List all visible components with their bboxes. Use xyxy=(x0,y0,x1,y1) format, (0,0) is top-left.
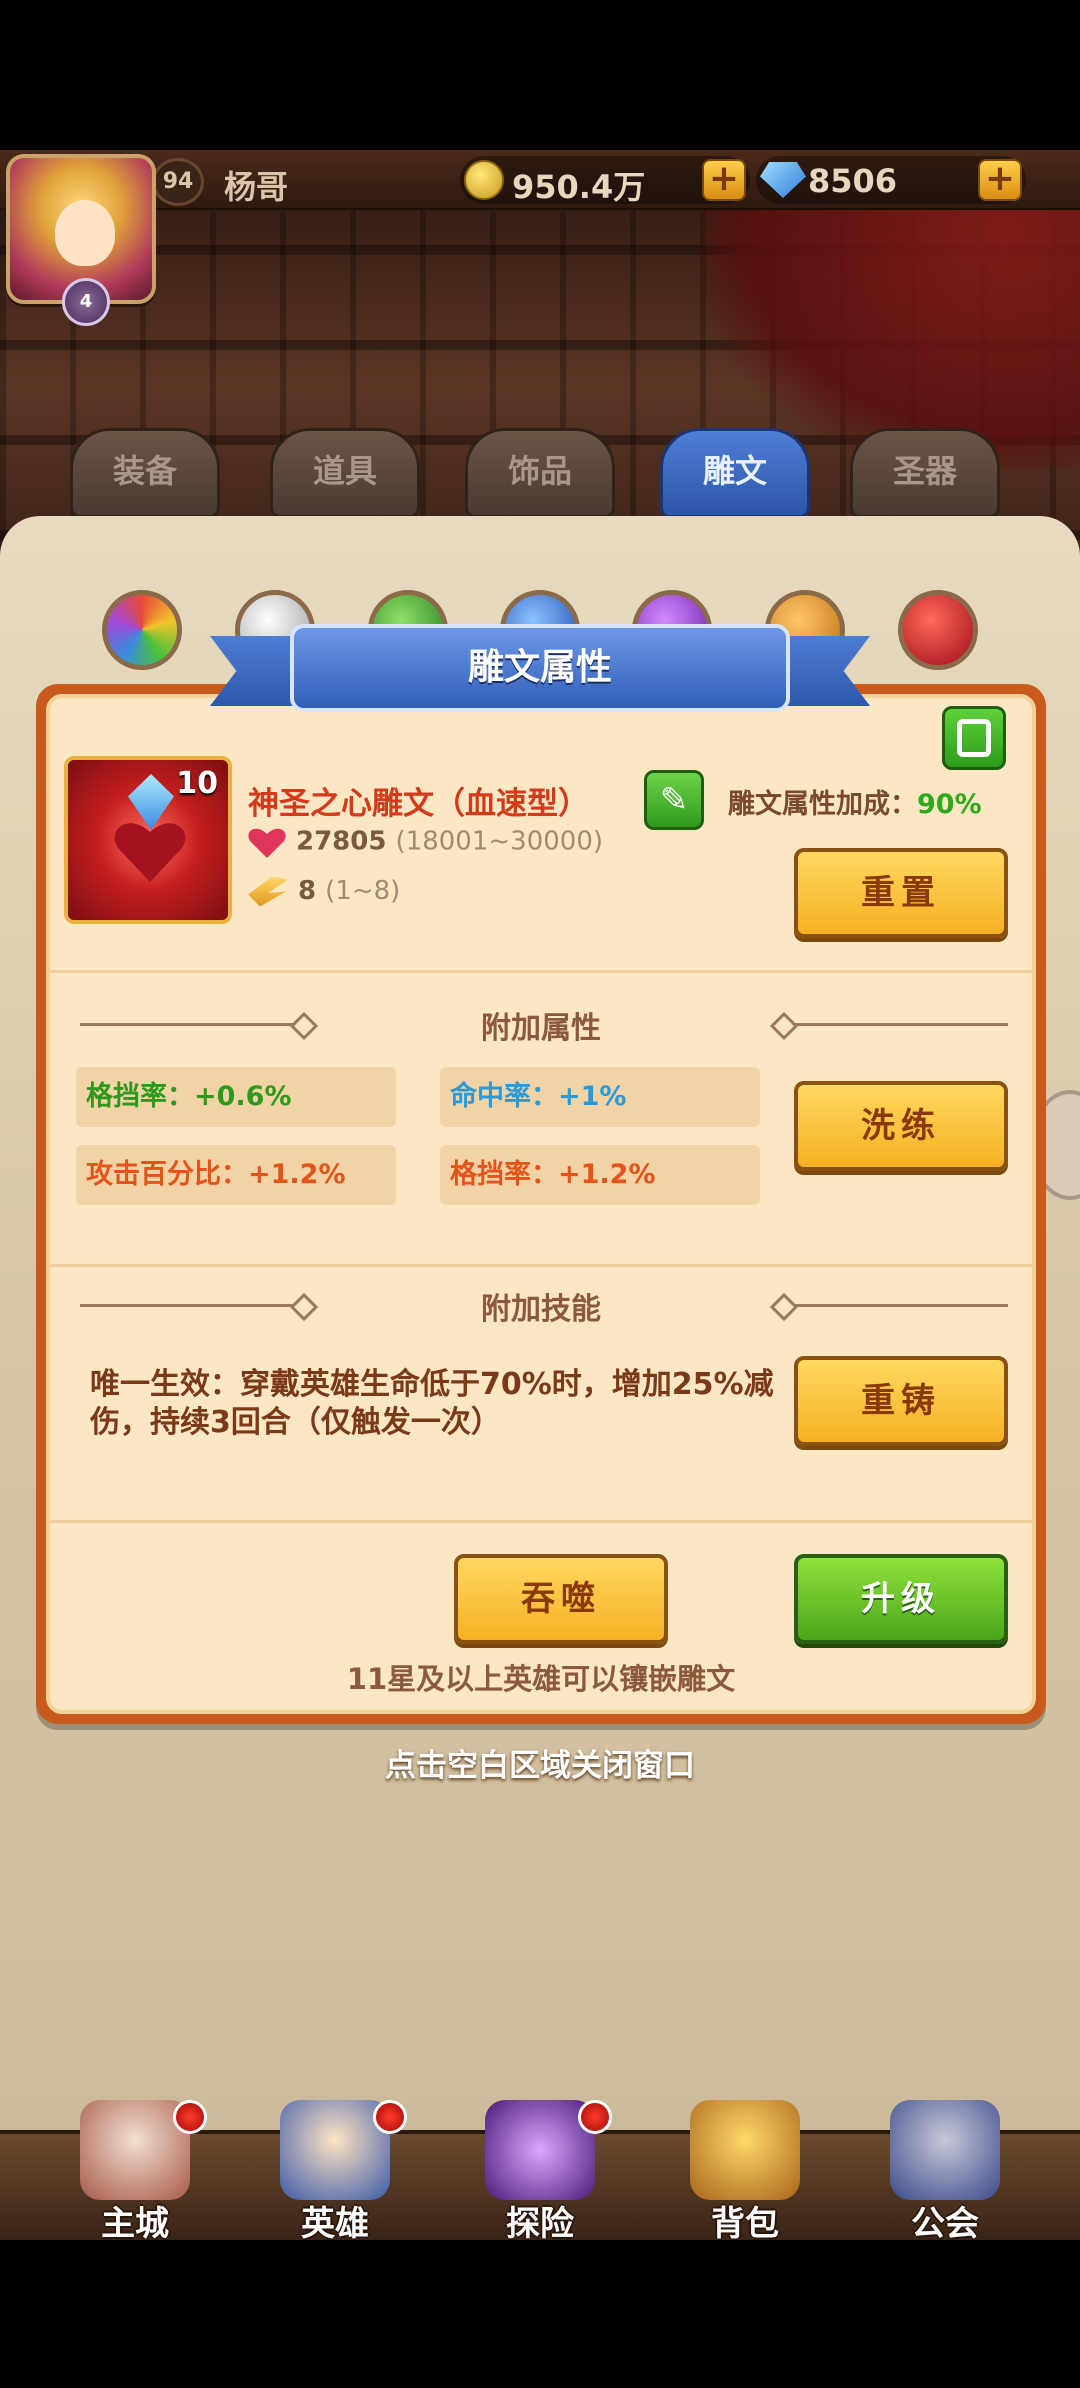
player-level: 94 xyxy=(152,158,204,206)
nav-label: 公会 xyxy=(911,2204,979,2240)
skill-description: 唯一生效：穿戴英雄生命低于70%时，增加25%减伤，持续3回合（仅触发一次） xyxy=(90,1367,774,1440)
tab-items[interactable]: 道具 xyxy=(270,428,420,518)
lock-toggle-button[interactable] xyxy=(942,706,1006,770)
glyph-attribute-dialog: 10 神圣之心雕文（血速型） ✎ 雕文属性加成：90% 27805 (18001… xyxy=(36,684,1046,1724)
player-avatar[interactable]: 4 xyxy=(6,154,156,326)
reset-button[interactable]: 重置 xyxy=(794,848,1008,938)
rune-crystal-icon xyxy=(128,774,174,830)
reforge-button[interactable]: 重铸 xyxy=(794,1356,1008,1446)
extra-skill-section: 附加技能 唯一生效：穿戴英雄生命低于70%时，增加25%减伤，持续3回合（仅触发… xyxy=(50,1266,1032,1516)
nav-backpack[interactable]: 背包 xyxy=(665,2100,825,2240)
tab-glyphs[interactable]: 雕文 xyxy=(660,428,810,518)
glyph-bonus: 雕文属性加成：90% xyxy=(728,782,982,821)
game-screen: 94 杨哥 950.4万 + 8506 + 4 装备 道具 饰品 雕文 圣器 1… xyxy=(0,150,1080,2240)
avatar-face xyxy=(55,200,115,266)
notification-dot xyxy=(373,2100,407,2134)
extra-attributes-section: 附加属性 格挡率：+0.6% 命中率：+1% 攻击百分比：+1.2% 格挡率：+… xyxy=(50,973,1032,1263)
nav-label: 探险 xyxy=(506,2204,574,2240)
player-name: 杨哥 xyxy=(224,168,289,206)
notification-dot xyxy=(578,2100,612,2134)
wing-speed-icon xyxy=(248,876,288,907)
gem-value: 8506 xyxy=(808,162,898,200)
gem-filter-red[interactable] xyxy=(898,590,978,670)
speed-range: (1~8) xyxy=(325,876,401,906)
unlock-icon xyxy=(957,719,991,757)
gem-display: 8506 + xyxy=(756,156,1026,204)
speed-stat-row: 8 (1~8) xyxy=(248,876,400,907)
treasure-chest-icon xyxy=(690,2100,800,2200)
gold-coin-icon xyxy=(464,160,504,200)
avatar-star-badge: 4 xyxy=(62,278,110,326)
notification-dot xyxy=(173,2100,207,2134)
top-bar: 94 杨哥 950.4万 + 8506 + xyxy=(0,150,1080,210)
section-divider xyxy=(50,1520,1032,1523)
nav-heroes[interactable]: 英雄 xyxy=(255,2100,415,2240)
hp-value: 27805 xyxy=(296,826,387,857)
nav-label: 背包 xyxy=(711,2204,779,2240)
rune-icon[interactable]: 10 xyxy=(64,756,232,924)
nav-label: 主城 xyxy=(101,2204,169,2240)
dialog-body: 10 神圣之心雕文（血速型） ✎ 雕文属性加成：90% 27805 (18001… xyxy=(46,694,1036,1714)
equip-requirement-note: 11星及以上英雄可以镶嵌雕文 xyxy=(346,1662,736,1696)
rename-pencil-button[interactable]: ✎ xyxy=(644,770,704,830)
tab-accessories[interactable]: 饰品 xyxy=(465,428,615,518)
upgrade-button[interactable]: 升级 xyxy=(794,1554,1008,1644)
glyph-bonus-value: 90% xyxy=(917,789,982,820)
nav-explore[interactable]: 探险 xyxy=(460,2100,620,2240)
hp-range: (18001~30000) xyxy=(395,826,604,857)
gold-value: 950.4万 xyxy=(512,168,646,206)
title-deco-right xyxy=(778,1304,1008,1307)
refine-button[interactable]: 洗练 xyxy=(794,1081,1008,1171)
add-gold-button[interactable]: + xyxy=(702,159,746,201)
gem-filter-all[interactable] xyxy=(102,590,182,670)
tab-artifacts[interactable]: 圣器 xyxy=(850,428,1000,518)
devour-button[interactable]: 吞噬 xyxy=(454,1554,668,1644)
nav-main-city[interactable]: 主城 xyxy=(55,2100,215,2240)
heart-icon xyxy=(248,826,286,858)
glyph-bonus-label: 雕文属性加成： xyxy=(728,789,917,820)
rune-level: 10 xyxy=(176,766,218,801)
gold-display: 950.4万 + xyxy=(460,156,750,206)
attribute-attack-percent: 攻击百分比：+1.2% xyxy=(76,1145,396,1205)
guild-tower-icon xyxy=(890,2100,1000,2200)
close-hint[interactable]: 点击空白区域关闭窗口 xyxy=(0,1740,1080,1785)
nav-guild[interactable]: 公会 xyxy=(865,2100,1025,2240)
title-deco-right xyxy=(778,1023,1008,1026)
attribute-block-rate-2: 格挡率：+1.2% xyxy=(440,1145,760,1205)
diamond-icon xyxy=(760,162,806,198)
dialog-title: 雕文属性 xyxy=(290,624,790,712)
speed-value: 8 xyxy=(298,876,317,906)
tab-equipment[interactable]: 装备 xyxy=(70,428,220,518)
nav-label: 英雄 xyxy=(301,2204,369,2240)
add-gems-button[interactable]: + xyxy=(978,159,1022,201)
rune-section: 10 神圣之心雕文（血速型） ✎ 雕文属性加成：90% 27805 (18001… xyxy=(50,698,1032,968)
rune-name: 神圣之心雕文（血速型） xyxy=(248,786,589,822)
hp-stat-row: 27805 (18001~30000) xyxy=(248,826,603,858)
attribute-hit-rate: 命中率：+1% xyxy=(440,1067,760,1127)
dialog-title-ribbon: 雕文属性 xyxy=(180,624,900,714)
attribute-block-rate-1: 格挡率：+0.6% xyxy=(76,1067,396,1127)
curtain-decoration xyxy=(700,170,1080,470)
